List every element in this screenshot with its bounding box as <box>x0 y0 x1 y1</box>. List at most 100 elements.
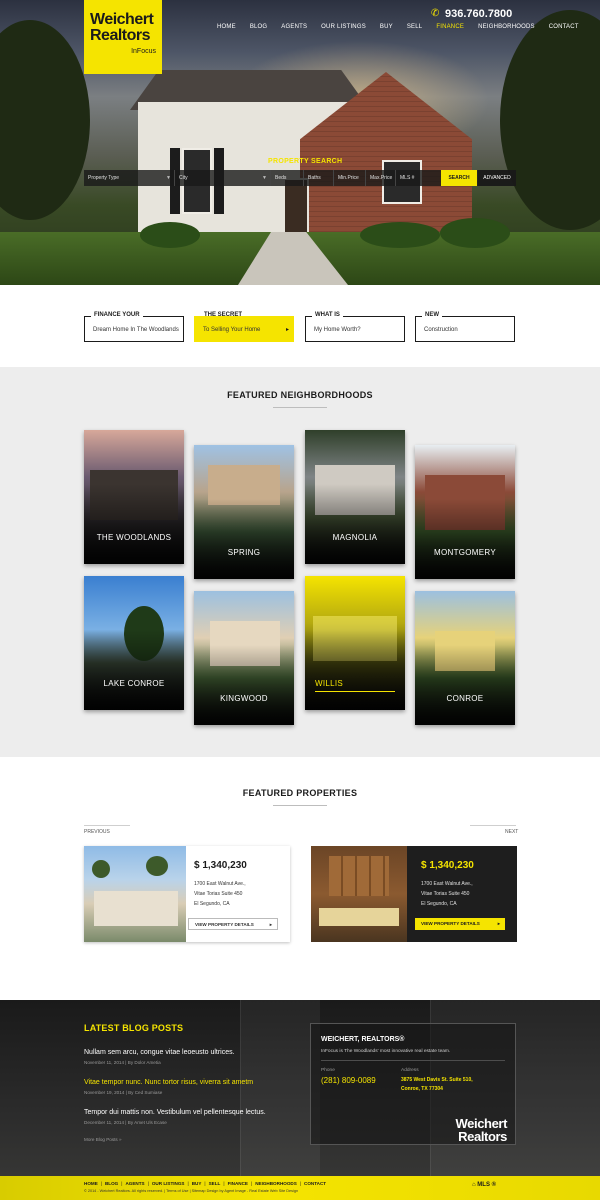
nav-neighborhoods[interactable]: NEIGHBORHOODS <box>471 24 542 30</box>
property-photo <box>84 846 186 942</box>
property-type-select[interactable]: Property Type ▼ <box>84 170 175 186</box>
tile-shade <box>84 629 184 710</box>
main-nav: HOME BLOG AGENTS OUR LISTINGS BUY SELL F… <box>210 24 586 30</box>
baths-label: Baths <box>308 175 321 181</box>
neighborhood-tile-spring[interactable]: SPRING <box>194 445 294 579</box>
neighborhood-tile-kingwood[interactable]: KINGWOOD <box>194 591 294 725</box>
neighborhood-tile-magnolia[interactable]: MAGNOLIA <box>305 430 405 564</box>
footer-nav-neighborhoods[interactable]: NEIGHBORHOODS <box>255 1181 300 1186</box>
beds-input[interactable]: Beds <box>271 170 304 186</box>
blog-post-meta: November 11, 2014 | By Dolor Ametia <box>84 1060 161 1065</box>
more-blog-posts-link[interactable]: More Blog Posts » <box>84 1137 122 1142</box>
callout-subtitle: Dream Home In The Woodlands <box>93 327 179 333</box>
callout-title: NEW <box>422 312 442 318</box>
logo-sub: InFocus <box>131 48 156 55</box>
property-photo <box>311 846 407 942</box>
footer-nav-home[interactable]: HOME <box>84 1181 101 1186</box>
building-shape <box>94 891 178 926</box>
tile-label: THE WOODLANDS <box>96 533 172 542</box>
site-footer: LATEST BLOG POSTS Nullam sem arcu, congu… <box>0 1000 600 1200</box>
footer-nav-finance[interactable]: FINANCE <box>228 1181 251 1186</box>
property-address-line: 1700 East Walnut Ave., <box>421 881 473 887</box>
footer-nav-contact[interactable]: CONTACT <box>304 1181 329 1186</box>
header-phone[interactable]: 936.760.7800 <box>445 8 512 20</box>
baths-input[interactable]: Baths <box>304 170 334 186</box>
blog-post-meta: December 11, 2014 | By Amet Uls Ecase <box>84 1120 167 1125</box>
featured-neighborhoods: FEATURED NEIGHBORDHOODS THE WOODLANDS SP… <box>0 367 600 757</box>
advanced-search-button[interactable]: ADVANCED <box>478 170 516 186</box>
neighborhood-tile-montgomery[interactable]: MONTGOMERY <box>415 445 515 579</box>
footer-logo-line2: Realtors <box>458 1129 507 1144</box>
callout-worth[interactable]: WHAT IS My Home Worth? <box>305 312 405 342</box>
neighborhood-tile-conroe[interactable]: CONROE <box>415 591 515 725</box>
max-price-label: Max.Price <box>370 175 393 181</box>
tile-shade <box>415 498 515 579</box>
callout-subtitle: Construction <box>424 327 458 333</box>
callout-finance[interactable]: FINANCE YOUR Dream Home In The Woodlands <box>84 312 184 342</box>
nav-sell[interactable]: SELL <box>400 24 429 30</box>
footer-nav: HOME | BLOG | AGENTS | OUR LISTINGS | BUY | S… <box>84 1181 329 1186</box>
neighborhood-tile-willis[interactable]: WILLIS <box>305 576 405 710</box>
callout-secret[interactable]: THE SECRET To Selling Your Home ▸ <box>194 312 294 342</box>
property-address-line: Vitae Torias Suite 450 <box>194 891 243 897</box>
callout-subtitle: My Home Worth? <box>314 327 361 333</box>
tile-shade <box>194 498 294 579</box>
title-divider <box>273 805 327 806</box>
footer-phone[interactable]: (281) 809-0089 <box>321 1076 376 1085</box>
blog-post-title[interactable]: Tempor dui mattis non. Vestibulum vel pe… <box>84 1109 266 1116</box>
max-price-input[interactable]: Max.Price <box>366 170 396 186</box>
neighborhood-tile-the-woodlands[interactable]: THE WOODLANDS <box>84 430 184 564</box>
front-door <box>283 178 309 234</box>
footer-nav-our-listings[interactable]: OUR LISTINGS <box>152 1181 188 1186</box>
property-price: $ 1,340,230 <box>421 860 474 871</box>
mls-input[interactable]: MLS # <box>396 170 441 186</box>
min-price-input[interactable]: Min.Price <box>334 170 366 186</box>
site-logo[interactable]: Weichert Realtors InFocus <box>84 0 162 74</box>
view-property-details-button[interactable]: VIEW PROPERTY DETAILS ▸ <box>188 918 278 930</box>
chevron-down-icon: ▼ <box>262 175 267 181</box>
nav-buy[interactable]: BUY <box>373 24 400 30</box>
featured-properties: FEATURED PROPERTIES PREVIOUS NEXT $ 1,34… <box>0 757 600 1000</box>
arrow-right-icon: ▸ <box>285 327 289 333</box>
tile-shade <box>84 483 184 564</box>
blog-post-meta: November 19, 2014 | By Ced Sumiase <box>84 1090 163 1095</box>
prev-divider <box>84 825 130 826</box>
tile-shade <box>305 483 405 564</box>
blog-section-title: LATEST BLOG POSTS <box>84 1023 184 1033</box>
previous-link[interactable]: PREVIOUS <box>84 829 110 835</box>
tree-right <box>500 10 600 230</box>
view-property-details-button[interactable]: VIEW PROPERTY DETAILS ▸ <box>415 918 505 930</box>
phone-label: Phone <box>321 1068 335 1073</box>
nav-contact[interactable]: CONTACT <box>542 24 586 30</box>
shrub <box>140 222 200 248</box>
company-info-box: WEICHERT, REALTORS® InFocus is The Woodl… <box>310 1023 516 1145</box>
nav-home[interactable]: HOME <box>210 24 243 30</box>
blog-post-title[interactable]: Vitae tempor nunc. Nunc tortor risus, vi… <box>84 1079 253 1086</box>
property-card[interactable]: $ 1,340,230 1700 East Walnut Ave., Vitae… <box>84 846 290 942</box>
mls-label: MLS # <box>400 175 415 181</box>
property-type-label: Property Type <box>88 175 120 181</box>
footer-address-line: 3875 West Davis St. Suite 510, <box>401 1077 473 1083</box>
callout-construction[interactable]: NEW Construction <box>415 312 515 342</box>
nav-our-listings[interactable]: OUR LISTINGS <box>314 24 373 30</box>
footer-nav-buy[interactable]: BUY <box>192 1181 205 1186</box>
tile-shade <box>415 644 515 725</box>
nav-blog[interactable]: BLOG <box>243 24 274 30</box>
city-select[interactable]: City ▼ <box>175 170 271 186</box>
blog-post-title[interactable]: Nullam sem arcu, congue vitae leoeusto u… <box>84 1049 235 1056</box>
shrub <box>440 218 510 248</box>
tile-label: CONROE <box>446 694 484 703</box>
tile-label: MONTGOMERY <box>434 548 496 557</box>
footer-nav-agents[interactable]: AGENTS <box>125 1181 147 1186</box>
footer-nav-sell[interactable]: SELL <box>209 1181 224 1186</box>
property-card[interactable]: $ 1,340,230 1700 East Walnut Ave., Vitae… <box>311 846 517 942</box>
footer-nav-blog[interactable]: BLOG <box>105 1181 121 1186</box>
nav-finance[interactable]: FINANCE <box>429 24 471 30</box>
neighborhood-tile-lake-conroe[interactable]: LAKE CONROE <box>84 576 184 710</box>
search-button[interactable]: SEARCH <box>441 170 477 186</box>
next-link[interactable]: NEXT <box>505 829 518 835</box>
palm-tree-shape <box>92 860 110 878</box>
nav-agents[interactable]: AGENTS <box>274 24 314 30</box>
company-name: WEICHERT, REALTORS® <box>321 1036 405 1043</box>
arrow-right-icon: ▸ <box>497 921 500 926</box>
